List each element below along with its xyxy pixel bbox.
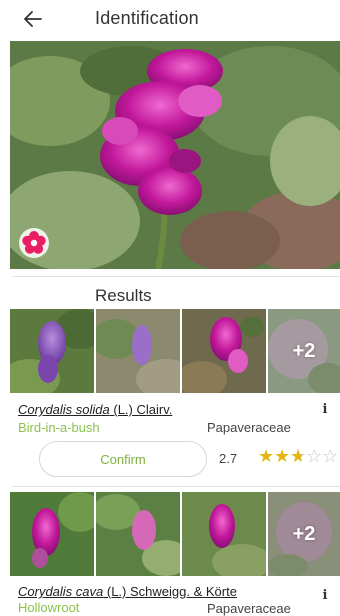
result-2-image-1[interactable] bbox=[10, 492, 94, 576]
result-1-more-images[interactable]: +2 bbox=[268, 309, 340, 393]
rating-stars: ★ ★ ★ ★ ☆ ☆ bbox=[258, 446, 338, 468]
result-1-scientific-name[interactable]: Corydalis solida (L.) Clairv. bbox=[18, 402, 172, 417]
result-1-family: Papaveraceae bbox=[207, 420, 291, 435]
star-icon: ★ bbox=[258, 446, 275, 467]
star-icon: ★ bbox=[274, 446, 291, 467]
section-divider bbox=[12, 276, 340, 277]
flower-icon bbox=[18, 227, 50, 259]
info-icon[interactable]: i bbox=[318, 588, 332, 604]
result-1-gallery: +2 bbox=[10, 309, 340, 393]
more-images-count: +2 bbox=[292, 522, 316, 545]
result-2-family: Papaveraceae bbox=[207, 601, 291, 616]
info-icon[interactable]: i bbox=[318, 402, 332, 418]
result-1-common-name: Bird-in-a-bush bbox=[18, 420, 100, 435]
page-title: Identification bbox=[95, 8, 199, 28]
result-2-gallery: +2 bbox=[10, 492, 340, 576]
observation-photo[interactable] bbox=[10, 41, 340, 269]
star-icon: ☆ bbox=[322, 446, 339, 467]
result-2-more-images[interactable]: +2 bbox=[268, 492, 340, 576]
result-1-image-3[interactable] bbox=[182, 309, 266, 393]
app-header: Identification bbox=[0, 0, 340, 40]
arrow-left-icon bbox=[24, 11, 42, 27]
section-divider bbox=[12, 486, 340, 487]
result-1-image-1[interactable] bbox=[10, 309, 94, 393]
result-2-common-name: Hollowroot bbox=[18, 600, 80, 615]
confirm-button[interactable]: Confirm bbox=[39, 441, 207, 477]
result-1-image-2[interactable] bbox=[96, 309, 180, 393]
results-heading: Results bbox=[95, 286, 152, 305]
star-icon: ☆ bbox=[306, 446, 323, 467]
more-images-count: +2 bbox=[292, 339, 316, 362]
result-2-image-3[interactable] bbox=[182, 492, 266, 576]
star-icon: ★ ★ bbox=[290, 446, 307, 467]
result-2-scientific-name[interactable]: Corydalis cava (L.) Schweigg. & Körte bbox=[18, 584, 237, 599]
result-2-image-2[interactable] bbox=[96, 492, 180, 576]
result-1-score: 2.7 bbox=[219, 451, 238, 466]
back-button[interactable] bbox=[20, 6, 46, 32]
